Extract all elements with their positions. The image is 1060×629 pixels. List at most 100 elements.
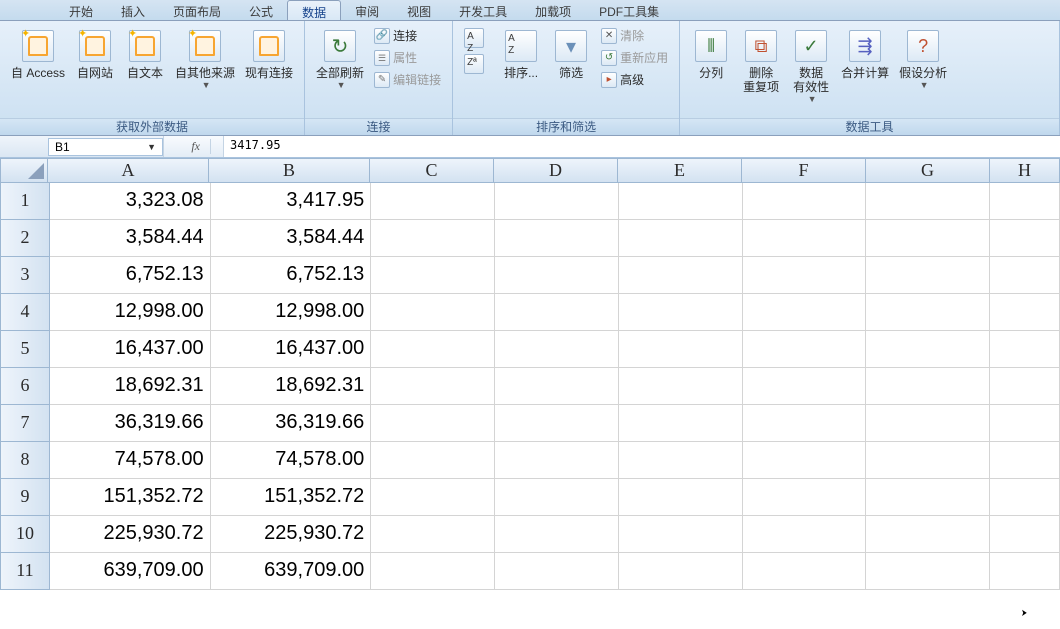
- remove-duplicates-button[interactable]: 删除 重复项: [736, 25, 786, 97]
- cell-D9[interactable]: [495, 479, 619, 516]
- cell-A1[interactable]: 3,323.08: [50, 183, 211, 220]
- cell-G1[interactable]: [866, 183, 990, 220]
- cell-F3[interactable]: [743, 257, 867, 294]
- cell-G5[interactable]: [866, 331, 990, 368]
- row-header-5[interactable]: 5: [0, 331, 50, 368]
- formula-input[interactable]: 3417.95: [223, 136, 1060, 157]
- tab-PDF工具集[interactable]: PDF工具集: [585, 0, 673, 20]
- cell-C3[interactable]: [371, 257, 495, 294]
- select-all-corner[interactable]: [0, 158, 48, 183]
- what-if-button[interactable]: 假设分析▼: [894, 25, 952, 93]
- cell-A3[interactable]: 6,752.13: [50, 257, 211, 294]
- cell-E10[interactable]: [619, 516, 743, 553]
- cell-D7[interactable]: [495, 405, 619, 442]
- reapply-button[interactable]: 重新应用: [596, 47, 673, 69]
- cell-G7[interactable]: [866, 405, 990, 442]
- cell-A4[interactable]: 12,998.00: [50, 294, 211, 331]
- cell-F7[interactable]: [743, 405, 867, 442]
- cell-D1[interactable]: [495, 183, 619, 220]
- from-web-button[interactable]: 自网站: [70, 25, 120, 83]
- cell-G3[interactable]: [866, 257, 990, 294]
- cell-A5[interactable]: 16,437.00: [50, 331, 211, 368]
- cell-B11[interactable]: 639,709.00: [211, 553, 372, 590]
- cell-E6[interactable]: [619, 368, 743, 405]
- sort-desc-button[interactable]: [459, 51, 492, 77]
- cell-F8[interactable]: [743, 442, 867, 479]
- existing-connections-button[interactable]: 现有连接: [240, 25, 298, 83]
- cell-F9[interactable]: [743, 479, 867, 516]
- column-header-A[interactable]: A: [48, 158, 209, 183]
- cell-F11[interactable]: [743, 553, 867, 590]
- cell-E3[interactable]: [619, 257, 743, 294]
- row-header-11[interactable]: 11: [0, 553, 50, 590]
- row-header-8[interactable]: 8: [0, 442, 50, 479]
- cell-C5[interactable]: [371, 331, 495, 368]
- cell-G4[interactable]: [866, 294, 990, 331]
- column-header-B[interactable]: B: [209, 158, 370, 183]
- cell-E11[interactable]: [619, 553, 743, 590]
- column-header-D[interactable]: D: [494, 158, 618, 183]
- cell-B2[interactable]: 3,584.44: [211, 220, 372, 257]
- cell-A10[interactable]: 225,930.72: [50, 516, 211, 553]
- cell-H6[interactable]: [990, 368, 1060, 405]
- cell-E1[interactable]: [619, 183, 743, 220]
- advanced-button[interactable]: 高级: [596, 69, 673, 91]
- cell-D10[interactable]: [495, 516, 619, 553]
- cell-D6[interactable]: [495, 368, 619, 405]
- cell-G2[interactable]: [866, 220, 990, 257]
- cell-E9[interactable]: [619, 479, 743, 516]
- cell-F4[interactable]: [743, 294, 867, 331]
- column-header-F[interactable]: F: [742, 158, 866, 183]
- cell-H7[interactable]: [990, 405, 1060, 442]
- cell-G8[interactable]: [866, 442, 990, 479]
- cell-H3[interactable]: [990, 257, 1060, 294]
- tab-视图[interactable]: 视图: [393, 0, 445, 20]
- tab-页面布局[interactable]: 页面布局: [159, 0, 235, 20]
- cell-E2[interactable]: [619, 220, 743, 257]
- row-header-10[interactable]: 10: [0, 516, 50, 553]
- cell-D3[interactable]: [495, 257, 619, 294]
- cell-A9[interactable]: 151,352.72: [50, 479, 211, 516]
- cell-D8[interactable]: [495, 442, 619, 479]
- cell-F6[interactable]: [743, 368, 867, 405]
- cell-C4[interactable]: [371, 294, 495, 331]
- cell-B7[interactable]: 36,319.66: [211, 405, 372, 442]
- cell-H11[interactable]: [990, 553, 1060, 590]
- filter-button[interactable]: 筛选: [546, 25, 596, 83]
- from-access-button[interactable]: 自 Access: [6, 25, 70, 83]
- cell-D11[interactable]: [495, 553, 619, 590]
- cell-G6[interactable]: [866, 368, 990, 405]
- cell-C11[interactable]: [371, 553, 495, 590]
- cell-E7[interactable]: [619, 405, 743, 442]
- tab-开发工具[interactable]: 开发工具: [445, 0, 521, 20]
- cell-B8[interactable]: 74,578.00: [211, 442, 372, 479]
- row-header-3[interactable]: 3: [0, 257, 50, 294]
- clear-button[interactable]: 清除: [596, 25, 673, 47]
- tab-开始[interactable]: 开始: [55, 0, 107, 20]
- column-header-E[interactable]: E: [618, 158, 742, 183]
- fx-button[interactable]: fx: [181, 139, 211, 154]
- sort-asc-button[interactable]: [459, 25, 492, 51]
- cell-H8[interactable]: [990, 442, 1060, 479]
- cell-H1[interactable]: [990, 183, 1060, 220]
- row-header-2[interactable]: 2: [0, 220, 50, 257]
- cell-F1[interactable]: [743, 183, 867, 220]
- cell-B3[interactable]: 6,752.13: [211, 257, 372, 294]
- cell-B5[interactable]: 16,437.00: [211, 331, 372, 368]
- cell-B10[interactable]: 225,930.72: [211, 516, 372, 553]
- cell-G10[interactable]: [866, 516, 990, 553]
- text-to-columns-button[interactable]: 分列: [686, 25, 736, 83]
- cell-H2[interactable]: [990, 220, 1060, 257]
- cell-C8[interactable]: [371, 442, 495, 479]
- cell-C9[interactable]: [371, 479, 495, 516]
- properties-button[interactable]: 属性: [369, 47, 446, 69]
- sort-button[interactable]: 排序...: [496, 25, 546, 83]
- cell-D2[interactable]: [495, 220, 619, 257]
- cell-H4[interactable]: [990, 294, 1060, 331]
- column-header-G[interactable]: G: [866, 158, 990, 183]
- row-header-9[interactable]: 9: [0, 479, 50, 516]
- cell-A2[interactable]: 3,584.44: [50, 220, 211, 257]
- tab-数据[interactable]: 数据: [287, 0, 341, 20]
- cell-B4[interactable]: 12,998.00: [211, 294, 372, 331]
- tab-加载项[interactable]: 加载项: [521, 0, 585, 20]
